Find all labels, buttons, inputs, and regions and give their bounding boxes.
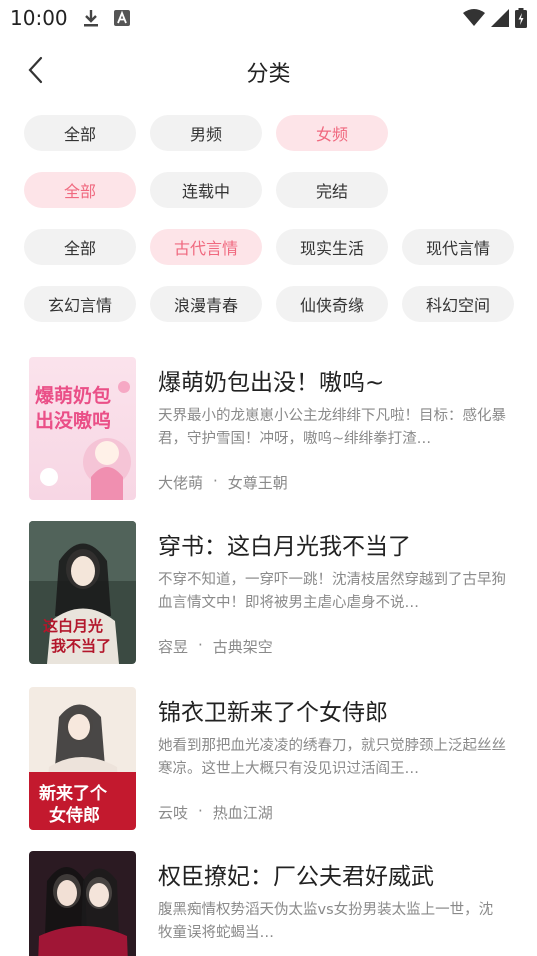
chip-genre-all[interactable]: 全部	[24, 229, 136, 265]
chip-genre-youth[interactable]: 浪漫青春	[150, 286, 262, 322]
nav-bar: 分类	[0, 36, 537, 106]
book-description: 腹黑痴情权势滔天伪太监vs女扮男装太监上一世，沈牧童误将蛇蝎当…	[158, 902, 494, 941]
book-cover: 新来了个 女侍郎	[29, 687, 136, 830]
battery-icon	[515, 8, 527, 32]
book-title: 爆萌奶包出没！嗷呜~	[158, 370, 385, 396]
svg-text:女侍郎: 女侍郎	[49, 805, 100, 826]
status-time: 10:00	[10, 6, 68, 30]
chip-channel-male[interactable]: 男频	[150, 115, 262, 151]
page-title: 分类	[246, 62, 291, 87]
svg-text:新来了个: 新来了个	[39, 783, 108, 804]
chip-genre-xianxia[interactable]: 仙侠奇缘	[276, 286, 388, 322]
chip-status-completed[interactable]: 完结	[276, 172, 388, 208]
book-description: 天界最小的龙崽崽小公主龙绯绯下凡啦！目标：感化暴君，守护雪国！冲呀，嗷呜~绯绯拳…	[158, 408, 506, 447]
book-title: 穿书：这白月光我不当了	[158, 534, 411, 560]
svg-text:这白月光: 这白月光	[43, 617, 103, 635]
book-author: 容昱	[158, 638, 189, 656]
status-bar: 10:00	[0, 0, 537, 36]
separator-dot: ·	[198, 636, 203, 654]
svg-text:出没嗷呜: 出没嗷呜	[35, 409, 111, 432]
signal-icon	[491, 9, 509, 31]
chip-status-all[interactable]: 全部	[24, 172, 136, 208]
filter-row-status: 全部 连载中 完结	[24, 172, 388, 208]
text-a-icon	[114, 10, 130, 30]
chip-status-ongoing[interactable]: 连载中	[150, 172, 262, 208]
book-meta: 云吱 · 热血江湖	[158, 802, 273, 823]
svg-text:我不当了: 我不当了	[51, 637, 111, 655]
book-title: 锦衣卫新来了个女侍郎	[158, 700, 388, 726]
book-item[interactable]: 这白月光 我不当了 穿书：这白月光我不当了 不穿不知道，一穿吓一跳！沈清枝居然穿…	[0, 514, 537, 664]
book-category: 热血江湖	[212, 804, 273, 822]
book-author: 大佬萌	[158, 474, 204, 492]
book-cover: 爆萌奶包 出没嗷呜	[29, 357, 136, 500]
book-cover: 厂公夫君	[29, 851, 136, 956]
chip-genre-real-life[interactable]: 现实生活	[276, 229, 388, 265]
book-item[interactable]: 厂公夫君 权臣撩妃：厂公夫君好威武 腹黑痴情权势滔天伪太监vs女扮男装太监上一世…	[0, 844, 537, 956]
book-meta: 容昱 · 古典架空	[158, 636, 273, 657]
book-title: 权臣撩妃：厂公夫君好威武	[158, 864, 434, 890]
chip-channel-all[interactable]: 全部	[24, 115, 136, 151]
chip-genre-modern-romance[interactable]: 现代言情	[402, 229, 514, 265]
book-description: 不穿不知道，一穿吓一跳！沈清枝居然穿越到了古早狗血言情文中！即将被男主虐心虐身不…	[158, 572, 506, 611]
chip-channel-female[interactable]: 女频	[276, 115, 388, 151]
chip-genre-scifi[interactable]: 科幻空间	[402, 286, 514, 322]
chip-genre-ancient-romance[interactable]: 古代言情	[150, 229, 262, 265]
filter-row-genre-1: 全部 古代言情 现实生活 现代言情	[24, 229, 514, 265]
book-category: 古典架空	[212, 638, 273, 656]
chip-genre-fantasy-romance[interactable]: 玄幻言情	[24, 286, 136, 322]
book-cover: 这白月光 我不当了	[29, 521, 136, 664]
book-item[interactable]: 爆萌奶包 出没嗷呜 爆萌奶包出没！嗷呜~ 天界最小的龙崽崽小公主龙绯绯下凡啦！目…	[0, 350, 537, 500]
svg-text:爆萌奶包: 爆萌奶包	[35, 384, 111, 407]
wifi-icon	[463, 9, 485, 31]
separator-dot: ·	[213, 472, 218, 490]
book-item[interactable]: 新来了个 女侍郎 锦衣卫新来了个女侍郎 她看到那把血光凌凌的绣春刀，就只觉脖颈上…	[0, 680, 537, 830]
filter-row-channel: 全部 男频 女频	[24, 115, 388, 151]
book-author: 云吱	[158, 804, 189, 822]
book-meta: 大佬萌 · 女尊王朝	[158, 472, 288, 493]
separator-dot: ·	[198, 802, 203, 820]
download-icon	[82, 8, 100, 32]
book-description: 她看到那把血光凌凌的绣春刀，就只觉脖颈上泛起丝丝寒凉。这世上大概只有没见识过活阎…	[158, 738, 506, 777]
book-category: 女尊王朝	[227, 474, 288, 492]
filter-row-genre-2: 玄幻言情 浪漫青春 仙侠奇缘 科幻空间	[24, 286, 514, 322]
